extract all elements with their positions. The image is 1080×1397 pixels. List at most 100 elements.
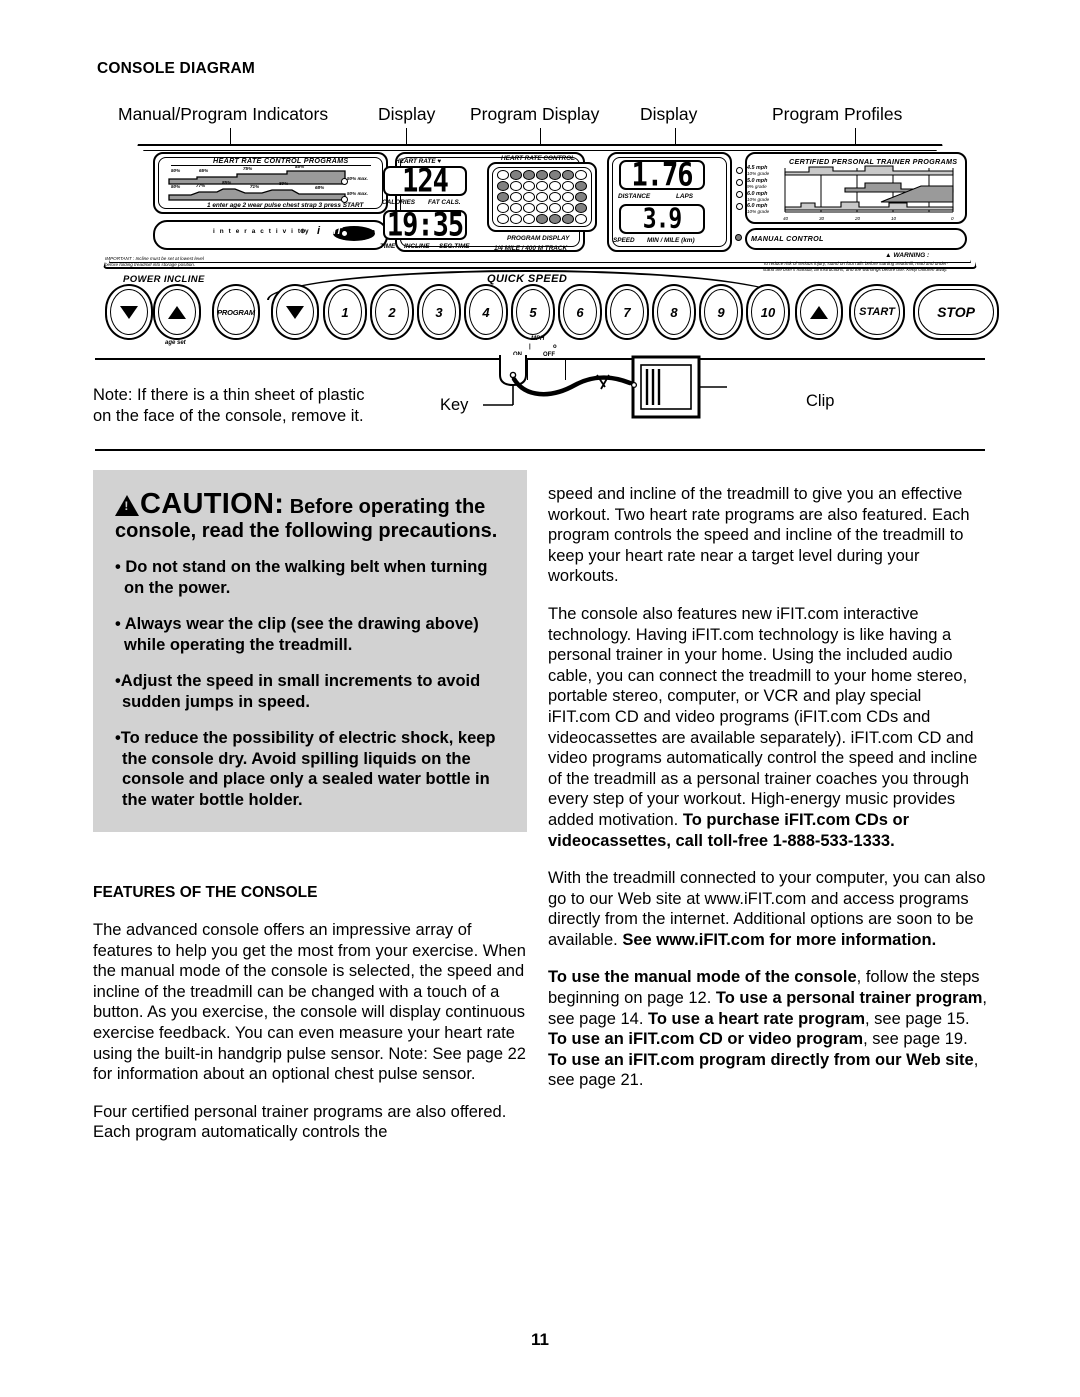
speed-button-6[interactable]: 6 <box>558 284 602 340</box>
right-paragraph-1: speed and incline of the treadmill to gi… <box>548 485 970 586</box>
speed-button-4[interactable]: 4 <box>464 284 508 340</box>
ifit-logo: i FIT .com <box>317 224 383 244</box>
trainer-grade-3: 10% grade <box>747 197 770 202</box>
led-dot-off <box>523 192 535 202</box>
led-dot-off <box>549 181 561 191</box>
right-p4-bold-c: To use a personal trainer program <box>715 989 983 1008</box>
speed-button-1[interactable]: 1 <box>323 284 367 340</box>
features-paragraph-1: The advanced console offers an impressiv… <box>93 921 526 1084</box>
led-dot-off <box>523 181 535 191</box>
program-button[interactable]: PROGRAM <box>212 284 260 340</box>
speed-button-label: 4 <box>482 304 490 320</box>
right-paragraph-3: With the treadmill connected to your com… <box>548 868 988 950</box>
speed-button-8[interactable]: 8 <box>652 284 696 340</box>
hr2-label-max: 50% max. <box>347 191 368 196</box>
callout-manual-program-indicators: Manual/Program Indicators <box>118 104 329 124</box>
led-dot-on <box>575 181 587 191</box>
speed-label: SPEED <box>613 237 635 244</box>
manual-control-indicator <box>735 234 742 241</box>
speed-button-7[interactable]: 7 <box>605 284 649 340</box>
hr1-label-85: 85% <box>295 164 305 169</box>
caution-word: CAUTION: <box>140 488 285 520</box>
right-p4-plain-h: , see page 19. <box>863 1030 968 1049</box>
mph-label: MPH <box>531 336 545 342</box>
trainer-indicator-3 <box>736 191 743 198</box>
callout-display-right: Display <box>640 104 698 124</box>
power-incline-label: POWER INCLINE <box>123 274 205 285</box>
incline-down-button[interactable] <box>105 284 153 340</box>
horizontal-divider <box>95 449 985 451</box>
manual-page: CONSOLE DIAGRAM Manual/Program Indicator… <box>0 0 1080 1397</box>
laps-label: LAPS <box>676 193 694 200</box>
led-dot-on <box>549 170 561 180</box>
warning-triangle-icon <box>115 495 139 516</box>
features-body: The advanced console offers an impressiv… <box>93 920 533 1143</box>
interactivity-symbol-icon: ⊕ <box>300 228 306 235</box>
hr2-label-50: 50% <box>171 184 181 189</box>
speed-button-9[interactable]: 9 <box>699 284 743 340</box>
axis-tick-30: 30 <box>819 216 825 221</box>
callout-display-left: Display <box>378 104 436 124</box>
incline-up-button[interactable] <box>153 284 201 340</box>
speed-button-label: 10 <box>760 304 776 320</box>
trainer-program-profiles-graph <box>784 165 954 213</box>
program-display-matrix <box>495 168 589 226</box>
led-dot-off <box>510 181 522 191</box>
led-dot-on <box>523 170 535 180</box>
callout-program-profiles: Program Profiles <box>772 104 903 124</box>
speed-down-button[interactable] <box>271 284 319 340</box>
led-dot-on <box>497 181 509 191</box>
program-display-caption: PROGRAM DISPLAY <box>507 235 570 242</box>
plastic-sheet-note: Note: If there is a thin sheet of plasti… <box>93 386 365 425</box>
led-dot-off <box>575 214 587 224</box>
features-paragraph-2: Four certified personal trainer programs… <box>93 1102 507 1142</box>
led-dot-off <box>497 214 509 224</box>
led-dot-on <box>549 214 561 224</box>
speed-button-2[interactable]: 2 <box>370 284 414 340</box>
led-dot-off <box>510 214 522 224</box>
led-dot-on <box>575 192 587 202</box>
led-dot-on <box>510 170 522 180</box>
trainer-grade-2: 9% grade <box>747 184 767 189</box>
speed-value: 3.9 <box>642 203 683 235</box>
hr2-label-85: 85% <box>222 180 232 185</box>
distance-lcd: 1.76 <box>619 157 705 193</box>
switch-on-icon: | <box>529 344 531 350</box>
arrow-down-icon <box>120 305 138 319</box>
right-p4-bold-i: To use an iFIT.com program directly from… <box>548 1050 974 1069</box>
distance-value: 1.76 <box>631 156 693 194</box>
hr1-label-75: 75% <box>243 166 253 171</box>
speed-up-button[interactable] <box>795 284 843 340</box>
led-dot-off <box>510 192 522 202</box>
speed-button-5[interactable]: 5 <box>511 284 555 340</box>
axis-tick-40: 40 <box>783 216 789 221</box>
speed-button-label: 7 <box>623 304 631 320</box>
interactivity-text: i n t e r a c t i v i t y <box>213 228 311 235</box>
connector-dot-3 <box>341 230 348 237</box>
time-lcd: 19:35 <box>383 207 467 243</box>
hr2-label-80: 80% <box>279 181 289 186</box>
console-diagram-illustration: HEART RATE CONTROL PROGRAMS 50% 65% 75% … <box>95 140 999 380</box>
key-clip-drawing <box>483 355 727 419</box>
important-note: IMPORTANT : Incline must be set at lowes… <box>105 256 204 267</box>
stop-button-label: STOP <box>937 304 975 320</box>
led-dot-off <box>549 192 561 202</box>
led-dot-off <box>510 203 522 213</box>
speed-button-10[interactable]: 10 <box>746 284 790 340</box>
right-p4-plain-f: , see page 15. <box>865 1009 970 1028</box>
start-button[interactable]: START <box>849 284 905 340</box>
age-set-label: age set <box>165 340 186 346</box>
led-dot-off <box>523 214 535 224</box>
connector-dot-1 <box>341 178 348 185</box>
time-value: 19:35 <box>386 206 464 244</box>
arrow-down-icon <box>286 305 304 319</box>
led-dot-off <box>536 192 548 202</box>
hr2-label-68: 68% <box>315 185 325 190</box>
stop-button[interactable]: STOP <box>913 284 999 340</box>
axis-tick-0: 0 <box>951 216 954 221</box>
right-paragraph-4: To use the manual mode of the console, f… <box>548 967 988 1091</box>
axis-tick-10: 10 <box>891 216 897 221</box>
led-dot-off <box>497 203 509 213</box>
trainer-indicator-4 <box>736 203 743 210</box>
speed-button-3[interactable]: 3 <box>417 284 461 340</box>
